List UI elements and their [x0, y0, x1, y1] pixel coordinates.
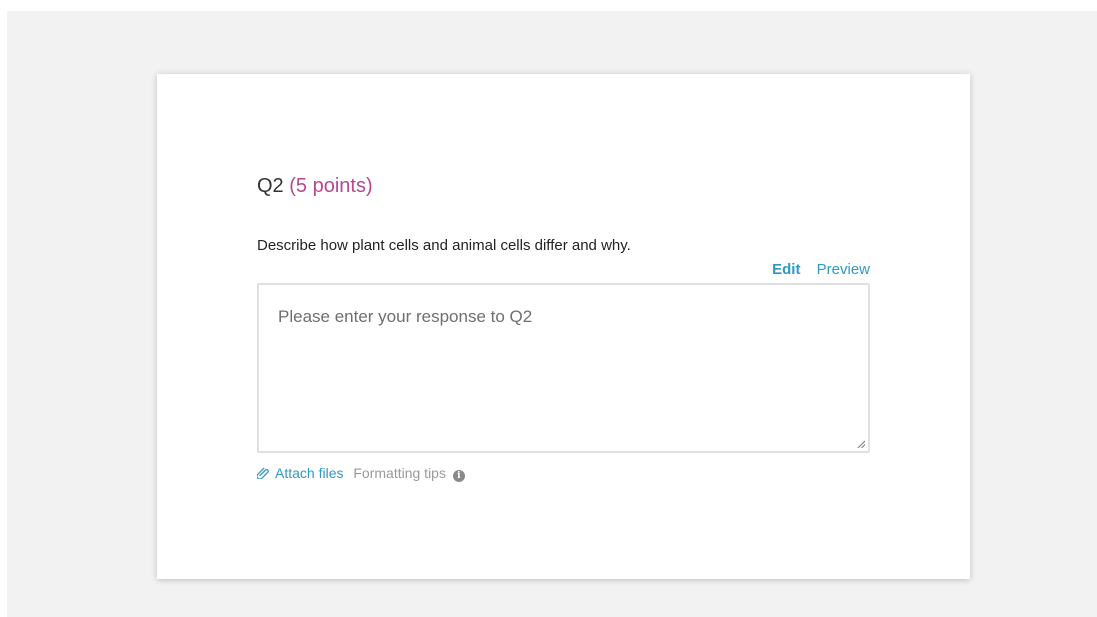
- resize-grip-icon[interactable]: [857, 440, 865, 448]
- tab-preview[interactable]: Preview: [817, 261, 870, 278]
- response-textarea[interactable]: Please enter your response to Q2: [257, 283, 870, 453]
- attach-files-link[interactable]: Attach files: [257, 465, 347, 481]
- page-backdrop: Q2 (5 points) Describe how plant cells a…: [7, 11, 1097, 617]
- info-icon: i: [452, 470, 465, 482]
- response-placeholder: Please enter your response to Q2: [278, 307, 533, 326]
- question-label: Q2: [257, 175, 284, 197]
- question-prompt: Describe how plant cells and animal cell…: [257, 237, 631, 254]
- formatting-tips-label: Formatting tips: [353, 465, 446, 481]
- tab-edit[interactable]: Edit: [772, 261, 800, 278]
- attach-files-label: Attach files: [275, 465, 344, 481]
- editor-mode-tabs: Edit Preview: [760, 261, 870, 278]
- paperclip-icon: [257, 467, 269, 479]
- question-card: Q2 (5 points) Describe how plant cells a…: [157, 74, 970, 579]
- editor-footer: Attach files Formatting tips i: [257, 465, 465, 482]
- question-points: (5 points): [289, 175, 373, 197]
- question-title: Q2 (5 points): [257, 175, 373, 198]
- formatting-tips-link[interactable]: Formatting tips i: [353, 465, 465, 482]
